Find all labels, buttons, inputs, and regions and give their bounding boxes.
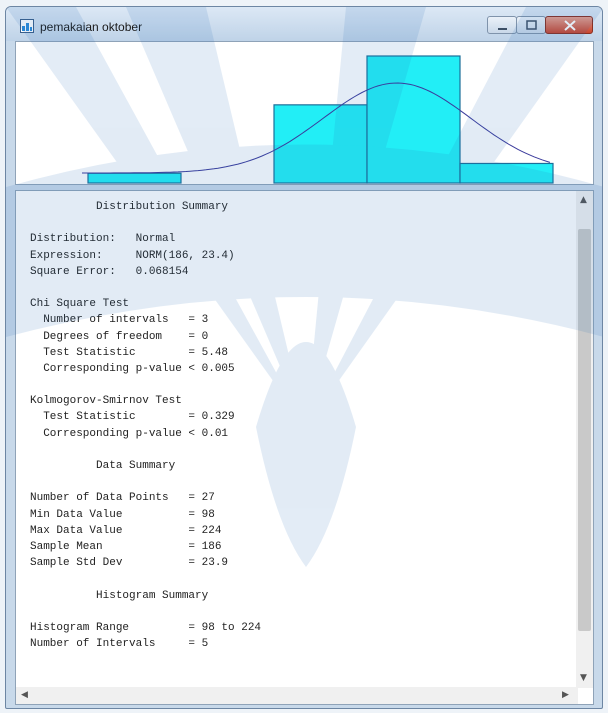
- scroll-right-icon[interactable]: ▶: [562, 690, 569, 700]
- summary-line: [30, 280, 575, 296]
- summary-line: Distribution: Normal: [30, 233, 176, 246]
- summary-line: Test Statistic = 0.329: [30, 411, 235, 424]
- horizontal-scrollbar[interactable]: ◀ ▶: [16, 687, 578, 704]
- maximize-icon: [526, 20, 537, 30]
- summary-line: Data Summary: [30, 460, 176, 472]
- summary-line: Histogram Summary: [30, 589, 209, 602]
- histogram-bar: [273, 104, 368, 184]
- summary-line: Max Data Value = 224: [30, 524, 222, 537]
- summary-line: [30, 442, 575, 458]
- vertical-scrollbar[interactable]: ▲ ▼: [576, 191, 593, 688]
- summary-line: Kolmogorov-Smirnov Test: [30, 395, 182, 408]
- title-bar[interactable]: pemakaian oktober: [6, 7, 602, 41]
- minimize-button[interactable]: [487, 16, 517, 34]
- histogram-chart: [82, 55, 554, 184]
- summary-line: [30, 377, 575, 393]
- summary-line: Chi Square Test: [30, 298, 130, 311]
- app-icon: [20, 19, 34, 33]
- close-icon: [564, 20, 576, 31]
- scroll-up-icon[interactable]: ▲: [580, 195, 587, 205]
- summary-pane: Distribution Summary Distribution: Normal…: [15, 190, 594, 705]
- summary-line: Degrees of freedom = 0: [30, 330, 209, 343]
- scroll-down-icon[interactable]: ▼: [580, 673, 587, 683]
- histogram-bar: [87, 172, 182, 184]
- scroll-left-icon[interactable]: ◀: [21, 690, 28, 700]
- summary-line: Number of Data Points = 27: [30, 492, 215, 505]
- summary-line: Distribution Summary: [30, 201, 229, 213]
- summary-line: [30, 571, 575, 587]
- summary-line: Corresponding p-value < 0.01: [30, 427, 229, 440]
- minimize-icon: [498, 28, 507, 30]
- summary-line: [30, 215, 575, 231]
- vertical-scroll-thumb[interactable]: [578, 229, 591, 631]
- maximize-button[interactable]: [516, 16, 546, 34]
- summary-line: Square Error: 0.068154: [30, 265, 189, 278]
- summary-line: Test Statistic = 5.48: [30, 346, 229, 359]
- summary-line: Sample Mean = 186: [30, 540, 222, 553]
- histogram-bar: [366, 55, 461, 184]
- histogram-pane: [15, 41, 594, 185]
- summary-line: Expression: NORM(186, 23.4): [30, 249, 235, 262]
- summary-line: Min Data Value = 98: [30, 508, 215, 521]
- histogram-bar: [459, 162, 554, 184]
- summary-line: Sample Std Dev = 23.9: [30, 557, 229, 570]
- summary-line: Histogram Range = 98 to 224: [30, 621, 262, 634]
- window-title: pemakaian oktober: [40, 20, 143, 34]
- summary-line: Number of intervals = 3: [30, 314, 209, 327]
- summary-line: Corresponding p-value < 0.005: [30, 362, 235, 375]
- close-button[interactable]: [545, 16, 593, 34]
- summary-text: Distribution Summary Distribution: Normal…: [30, 199, 575, 652]
- distribution-window: pemakaian oktober Distribution Summary Di…: [5, 6, 603, 709]
- summary-line: Number of Intervals = 5: [30, 638, 209, 651]
- summary-line: [30, 604, 575, 620]
- summary-line: [30, 474, 575, 490]
